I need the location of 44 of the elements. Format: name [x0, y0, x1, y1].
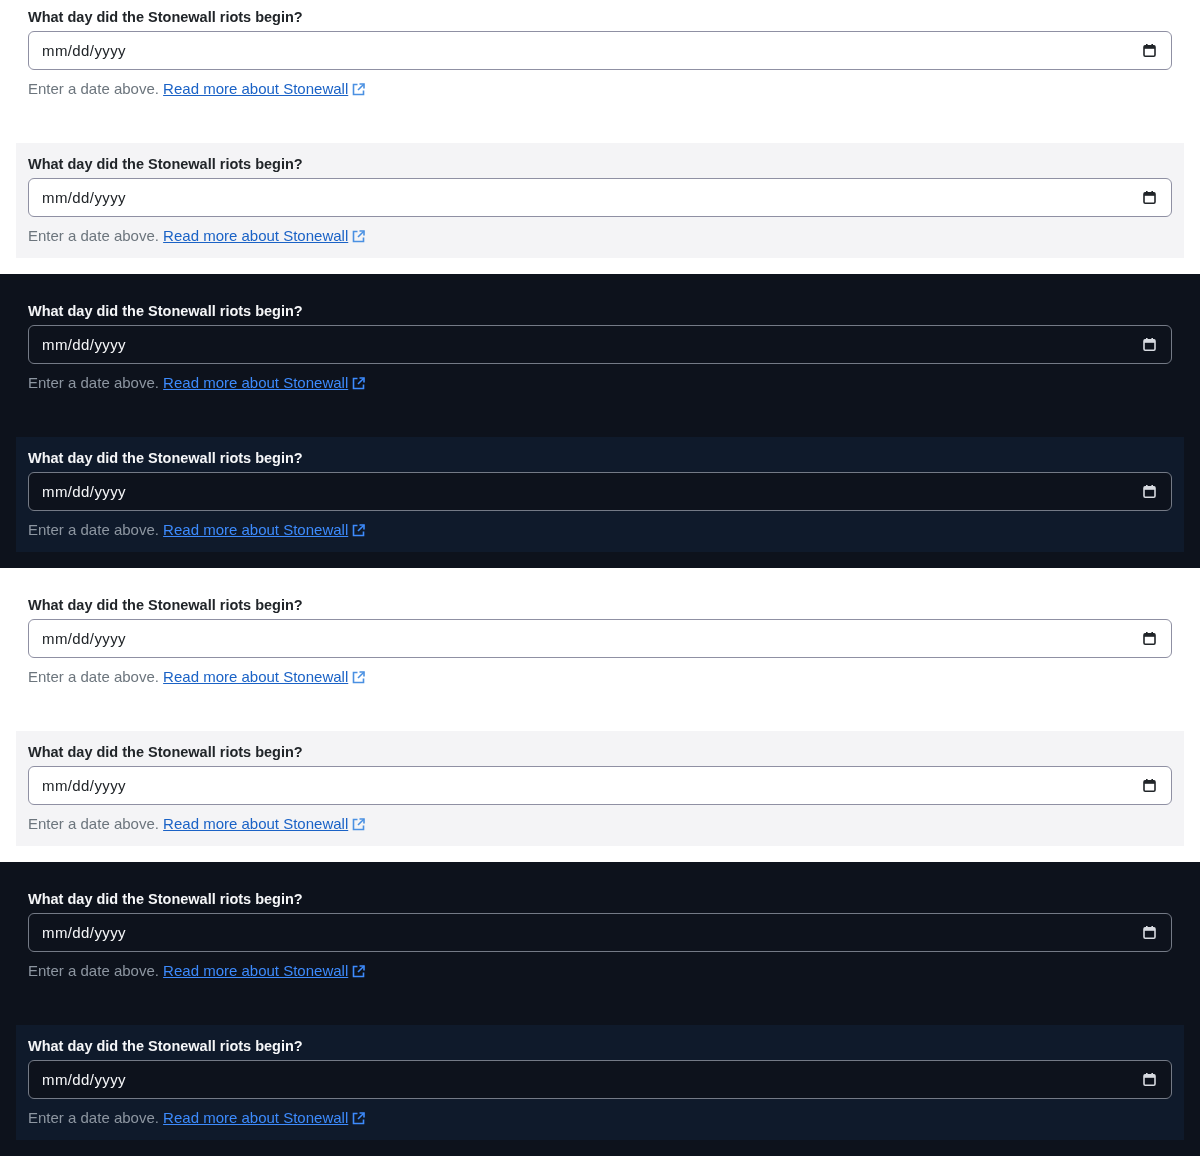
- question-label: What day did the Stonewall riots begin?: [28, 890, 304, 909]
- help-text: Enter a date above. Read more about Stonewall: [28, 519, 1172, 540]
- read-more-link[interactable]: Read more about Stonewall: [163, 80, 366, 97]
- help-text: Enter a date above. Read more about Stonewall: [28, 225, 1172, 246]
- date-input-field[interactable]: mm/dd/yyyy: [28, 472, 1172, 511]
- external-link-icon[interactable]: [352, 818, 366, 831]
- help-text: Enter a date above. Read more about Stonewall: [28, 960, 1172, 981]
- question-label: What day did the Stonewall riots begin?: [28, 743, 304, 762]
- help-text: Enter a date above. Read more about Stonewall: [28, 1107, 1172, 1128]
- help-text: Enter a date above. Read more about Stonewall: [28, 78, 1172, 99]
- read-more-link[interactable]: Read more about Stonewall: [163, 668, 366, 685]
- calendar-icon[interactable]: [1143, 779, 1156, 792]
- external-link-icon[interactable]: [352, 1112, 366, 1125]
- question-label: What day did the Stonewall riots begin?: [28, 8, 304, 27]
- external-link-icon[interactable]: [352, 671, 366, 684]
- question-label: What day did the Stonewall riots begin?: [28, 155, 304, 174]
- date-input-field[interactable]: mm/dd/yyyy: [28, 766, 1172, 805]
- read-more-link[interactable]: Read more about Stonewall: [163, 374, 366, 391]
- question-label: What day did the Stonewall riots begin?: [28, 1037, 304, 1056]
- date-input-field[interactable]: mm/dd/yyyy: [28, 913, 1172, 952]
- read-more-link[interactable]: Read more about Stonewall: [163, 962, 366, 979]
- date-input-field[interactable]: mm/dd/yyyy: [28, 31, 1172, 70]
- calendar-icon[interactable]: [1143, 632, 1156, 645]
- question-label: What day did the Stonewall riots begin?: [28, 302, 304, 321]
- read-more-link[interactable]: Read more about Stonewall: [163, 815, 366, 832]
- question-label: What day did the Stonewall riots begin?: [28, 596, 304, 615]
- help-text: Enter a date above. Read more about Stonewall: [28, 666, 1172, 687]
- external-link-icon[interactable]: [352, 377, 366, 390]
- external-link-icon[interactable]: [352, 230, 366, 243]
- help-text: Enter a date above. Read more about Stonewall: [28, 813, 1172, 834]
- question-label: What day did the Stonewall riots begin?: [28, 449, 304, 468]
- date-input-field[interactable]: mm/dd/yyyy: [28, 325, 1172, 364]
- read-more-link[interactable]: Read more about Stonewall: [163, 521, 366, 538]
- external-link-icon[interactable]: [352, 83, 366, 96]
- date-input-field[interactable]: mm/dd/yyyy: [28, 178, 1172, 217]
- read-more-link[interactable]: Read more about Stonewall: [163, 1109, 366, 1126]
- external-link-icon[interactable]: [352, 524, 366, 537]
- date-input-field[interactable]: mm/dd/yyyy: [28, 619, 1172, 658]
- calendar-icon[interactable]: [1143, 44, 1156, 57]
- calendar-icon[interactable]: [1143, 191, 1156, 204]
- help-text: Enter a date above. Read more about Stonewall: [28, 372, 1172, 393]
- read-more-link[interactable]: Read more about Stonewall: [163, 227, 366, 244]
- date-input-field[interactable]: mm/dd/yyyy: [28, 1060, 1172, 1099]
- external-link-icon[interactable]: [352, 965, 366, 978]
